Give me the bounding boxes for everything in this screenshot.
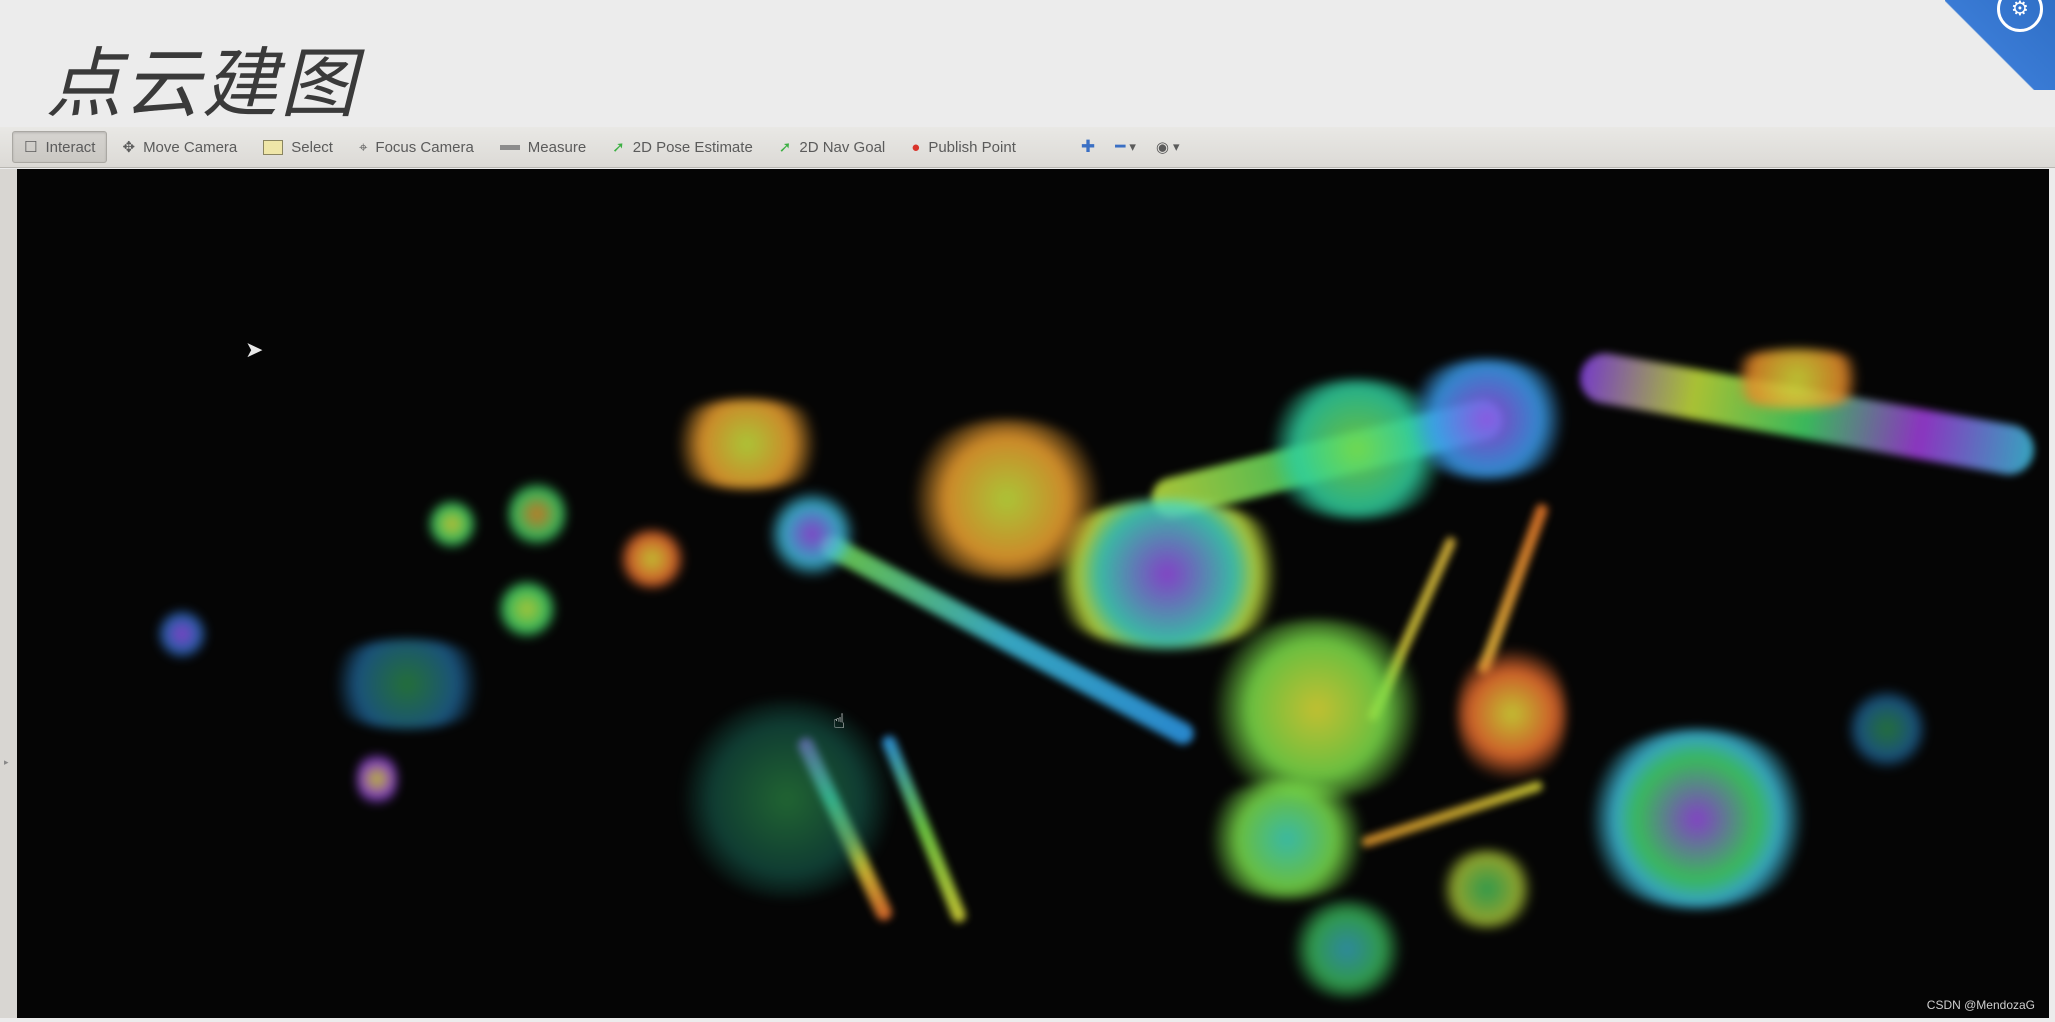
tool-2d-nav-goal[interactable]: ➚ 2D Nav Goal: [768, 131, 896, 163]
logo-icon: ⚙: [1997, 0, 2043, 32]
hand-cursor-icon: ☝: [833, 711, 846, 733]
tool-2d-pose-estimate[interactable]: ➚ 2D Pose Estimate: [601, 131, 764, 163]
mouse-cursor-icon: ➤: [245, 337, 264, 362]
map-pin-icon: ●: [911, 138, 921, 156]
chevron-down-icon: ▾: [1129, 139, 1136, 154]
tool-select[interactable]: Select: [252, 131, 344, 163]
ruler-icon: [499, 144, 520, 150]
rviz-toolbar: ☐ Interact ✥ Move Camera Select ⌖ Focus …: [0, 127, 2055, 168]
nav-arrow-icon: ➚: [778, 139, 792, 156]
tool-label: Select: [291, 138, 333, 156]
camera-icon: ◉: [1155, 139, 1169, 156]
tool-publish-point[interactable]: ● Publish Point: [900, 131, 1027, 163]
side-panel-collapsed[interactable]: ▸: [0, 169, 17, 1018]
tool-label: 2D Nav Goal: [799, 138, 886, 156]
expand-arrow-icon: ▸: [4, 757, 9, 767]
minus-icon: ━: [1115, 137, 1126, 156]
chevron-down-icon: ▾: [1173, 139, 1180, 154]
tool-label: 2D Pose Estimate: [632, 138, 753, 156]
tool-focus-camera[interactable]: ⌖ Focus Camera: [348, 131, 485, 163]
plus-icon: ✚: [1080, 137, 1096, 156]
select-icon: [263, 139, 284, 155]
tool-label: Focus Camera: [375, 138, 474, 156]
slide-title: 点云建图: [46, 39, 358, 128]
tool-label: Move Camera: [143, 138, 238, 156]
tool-label: Interact: [45, 138, 96, 156]
tool-properties-dropdown[interactable]: ◉ ▾: [1146, 131, 1190, 163]
hand-icon: ☐: [24, 139, 38, 156]
tool-label: Publish Point: [928, 138, 1016, 156]
3d-render-viewport[interactable]: ➤ ☝ CSDN @MendozaG: [17, 169, 2049, 1018]
add-tool-button[interactable]: ✚: [1071, 131, 1105, 163]
remove-tool-dropdown[interactable]: ━ ▾: [1105, 131, 1146, 163]
tool-label: Measure: [527, 138, 587, 156]
watermark: CSDN @MendozaG: [1926, 998, 2035, 1012]
tool-interact[interactable]: ☐ Interact: [12, 131, 108, 163]
tool-measure[interactable]: Measure: [489, 131, 597, 163]
focus-camera-icon: ⌖: [358, 138, 368, 156]
corner-badge: ⚙: [1945, 0, 2055, 90]
tool-move-camera[interactable]: ✥ Move Camera: [111, 131, 248, 163]
pose-arrow-icon: ➚: [612, 139, 625, 156]
move-camera-icon: ✥: [122, 139, 136, 156]
